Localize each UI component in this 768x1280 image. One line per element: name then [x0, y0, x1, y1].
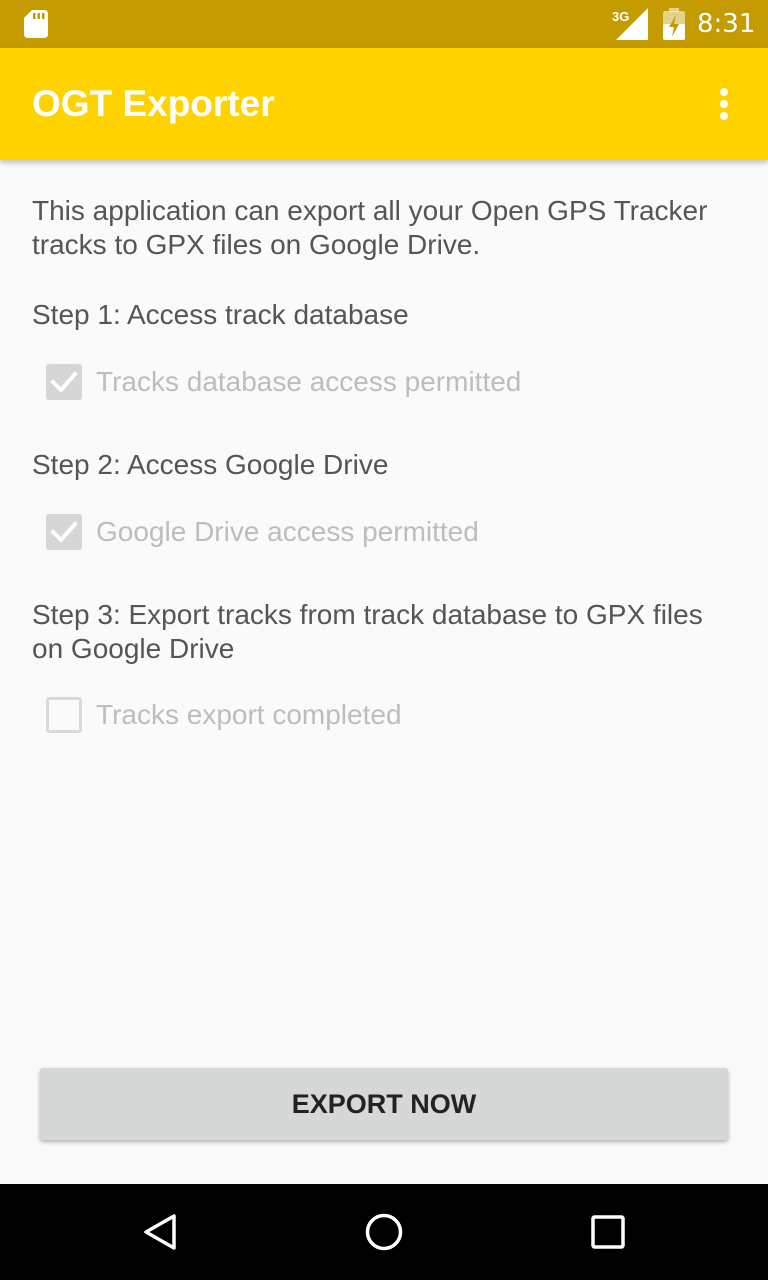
app-title: OGT Exporter [32, 83, 275, 124]
back-icon[interactable] [136, 1208, 184, 1256]
checkbox-checked-icon [46, 364, 82, 400]
step-2-heading: Step 2: Access Google Drive [32, 449, 389, 480]
status-time: 8:31 [697, 9, 756, 39]
status-bar: 3G 8:31 [0, 0, 768, 48]
checkbox-unchecked-icon [46, 697, 82, 733]
signal-icon: 3G [612, 8, 648, 40]
checkbox-label: Google Drive access permitted [96, 516, 479, 547]
home-icon[interactable] [360, 1208, 408, 1256]
intro-text: This application can export all your Ope… [32, 195, 708, 260]
google-drive-checkbox[interactable]: Google Drive access permitted [46, 512, 736, 552]
step-3-heading: Step 3: Export tracks from track databas… [32, 599, 703, 664]
export-completed-checkbox[interactable]: Tracks export completed [46, 695, 736, 735]
navigation-bar [0, 1184, 768, 1280]
recents-icon[interactable] [584, 1208, 632, 1256]
app-bar: OGT Exporter [0, 48, 768, 160]
step-1-heading: Step 1: Access track database [32, 299, 409, 330]
checkbox-checked-icon [46, 514, 82, 550]
overflow-menu-icon[interactable] [700, 80, 748, 128]
checkbox-label: Tracks database access permitted [96, 366, 522, 397]
network-type-label: 3G [612, 9, 629, 24]
tracks-database-checkbox[interactable]: Tracks database access permitted [46, 362, 736, 402]
export-now-button[interactable]: EXPORT NOW [40, 1068, 728, 1140]
battery-icon [663, 8, 685, 40]
sd-card-icon [24, 10, 48, 38]
checkbox-label: Tracks export completed [96, 699, 402, 730]
